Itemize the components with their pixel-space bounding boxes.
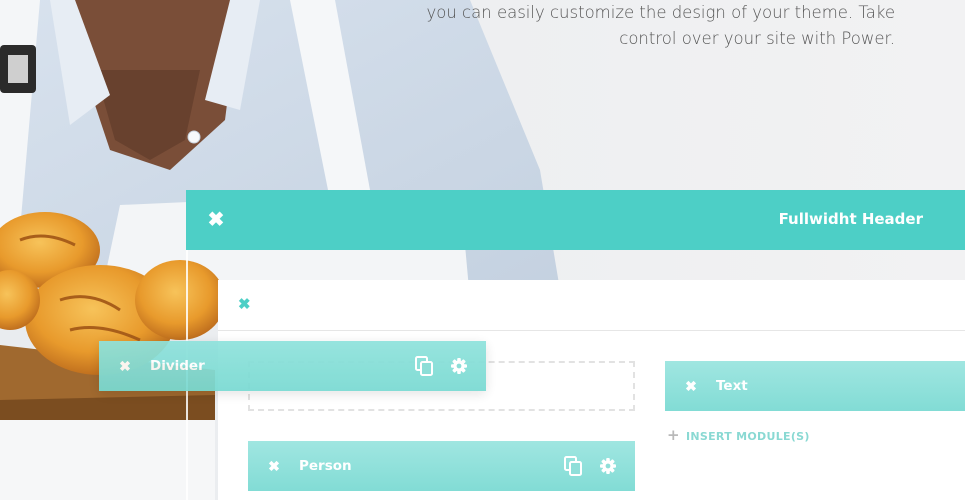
plus-icon: +: [667, 426, 680, 444]
person-module[interactable]: ✖ Person: [248, 441, 635, 491]
divider-module[interactable]: ✖ Divider: [99, 341, 486, 391]
text-module[interactable]: ✖ Text: [665, 361, 965, 411]
section-title: Fullwidht Header: [778, 210, 923, 228]
gear-icon[interactable]: [599, 456, 617, 476]
close-icon[interactable]: ✖: [683, 376, 699, 396]
row-close-icon[interactable]: ✖: [238, 297, 251, 313]
duplicate-icon[interactable]: [415, 356, 433, 376]
hero-line-1: you can easily customize the design of y…: [426, 3, 896, 22]
hero-paragraph: you can easily customize the design of y…: [425, 0, 896, 52]
module-label: Person: [299, 458, 352, 474]
gear-icon[interactable]: [450, 356, 468, 376]
close-icon[interactable]: ✖: [117, 356, 133, 376]
module-label: Divider: [150, 358, 205, 374]
insert-module-label: INSERT MODULE(S): [686, 430, 810, 443]
module-label: Text: [716, 378, 748, 394]
close-icon[interactable]: ✖: [266, 456, 282, 476]
duplicate-icon[interactable]: [564, 456, 582, 476]
hero-line-2: control over your site with Power.: [619, 29, 895, 48]
close-icon[interactable]: ✖: [206, 210, 226, 230]
fullwidth-header-section[interactable]: ✖ Fullwidht Header: [186, 190, 965, 250]
row-divider: [218, 330, 965, 331]
insert-module-link[interactable]: + INSERT MODULE(S): [667, 427, 810, 445]
